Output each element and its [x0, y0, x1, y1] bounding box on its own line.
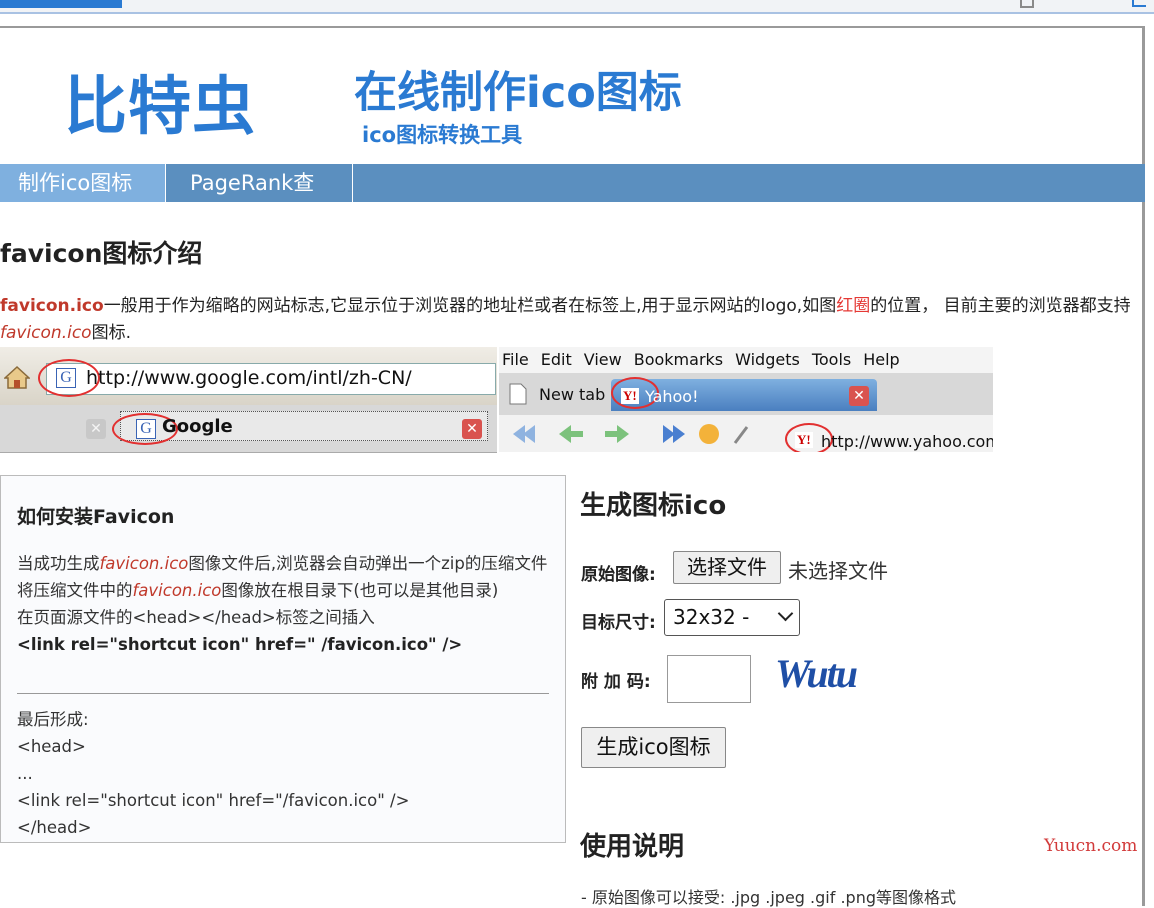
opera-tab-row: New tab ✕	[499, 373, 993, 415]
final-line-5: </head>	[17, 818, 92, 837]
browser-tab-stub[interactable]	[0, 0, 122, 8]
intro-favicon-word: favicon.ico	[0, 296, 104, 316]
close-icon: ✕	[462, 419, 482, 439]
captcha-image[interactable]: Wutu	[775, 650, 858, 697]
toolbar-extension-icon[interactable]	[1020, 0, 1034, 8]
intro-text-c: 图标.	[91, 323, 131, 343]
illustration-opera-browser: File Edit View Bookmarks Widgets Tools H…	[499, 347, 993, 452]
menu-help: Help	[863, 350, 900, 369]
intro-red-word: 红圈	[836, 296, 871, 316]
menu-widgets: Widgets	[735, 350, 800, 369]
site-title: 在线制作ico图标	[354, 68, 682, 118]
site-logo[interactable]: 比特虫	[64, 56, 256, 147]
menu-bookmarks: Bookmarks	[633, 350, 724, 369]
final-line-1: 最后形成:	[17, 710, 89, 729]
choose-file-button[interactable]: 选择文件	[673, 551, 781, 584]
intro-heading: favicon图标介绍	[0, 239, 203, 268]
browser-top-strip	[0, 0, 1154, 14]
watermark: Yuucn.com	[1044, 836, 1138, 856]
generator-heading: 生成图标ico	[580, 491, 727, 521]
illustration-ie-browser: G http://www.google.com/intl/zh-CN/ ✕ ✕ …	[0, 347, 497, 453]
step2-text-b: 图像放在根目录下(也可以是其他目录)	[221, 581, 499, 600]
generate-ico-button[interactable]: 生成ico图标	[581, 727, 726, 768]
nav-item-make-ico[interactable]: 制作ico图标	[0, 164, 166, 202]
install-final-code: 最后形成: <head> ... <link rel="shortcut ico…	[17, 706, 549, 841]
install-step-1: 当成功生成favicon.ico图像文件后,浏览器会自动弹出一个zip的压缩文件	[17, 550, 549, 577]
ie-tab-row: ✕ ✕	[0, 405, 497, 452]
inactive-close-icon: ✕	[86, 419, 106, 439]
menu-edit: Edit	[540, 350, 572, 369]
yahoo-tab-title: Yahoo!	[645, 387, 699, 406]
intro-favicon-italic: favicon.ico	[0, 323, 92, 343]
captcha-label: 附 加 码:	[581, 672, 651, 692]
install-heading: 如何安装Favicon	[17, 506, 175, 528]
no-file-text: 未选择文件	[788, 559, 888, 583]
toolbar-star-icon[interactable]	[1132, 0, 1146, 7]
page-icon	[509, 383, 527, 405]
install-step-2: 将压缩文件中的favicon.ico图像放在根目录下(也可以是其他目录)	[17, 577, 549, 604]
final-line-4: <link rel="shortcut icon" href="/favicon…	[17, 791, 410, 810]
step1-text-b: 图像文件后,浏览器会自动弹出一个zip的压缩文件	[188, 554, 548, 573]
usage-line-1: - 原始图像可以接受: .jpg .jpeg .gif .png等图像格式	[581, 888, 956, 907]
nav-item-pagerank[interactable]: PageRank查询	[166, 164, 353, 233]
ie-url-text: http://www.google.com/intl/zh-CN/	[86, 367, 412, 389]
install-divider	[17, 693, 549, 694]
close-icon: ✕	[849, 386, 869, 406]
target-size-label: 目标尺寸:	[581, 613, 656, 633]
intro-text-a: 一般用于作为缩略的网站标志,它显示位于浏览器的地址栏或者在标签上,用于显示网站的…	[103, 296, 837, 316]
source-image-label: 原始图像:	[581, 565, 656, 585]
install-code-snippet: <link rel="shortcut icon" href=" /favico…	[17, 635, 463, 654]
opera-menu-bar: File Edit View Bookmarks Widgets Tools H…	[499, 347, 993, 373]
captcha-input[interactable]	[667, 655, 751, 703]
nav-buttons-icon	[513, 424, 749, 444]
step1-text-a: 当成功生成	[17, 554, 100, 573]
main-nav: 制作ico图标 PageRank查询	[0, 164, 1145, 233]
step1-favicon: favicon.ico	[99, 554, 189, 573]
new-tab-label: New tab	[539, 385, 606, 404]
menu-view: View	[583, 350, 622, 369]
install-favicon-box: 如何安装Favicon 当成功生成favicon.ico图像文件后,浏览器会自动…	[0, 475, 566, 843]
menu-file: File	[502, 350, 529, 369]
install-steps: 当成功生成favicon.ico图像文件后,浏览器会自动弹出一个zip的压缩文件…	[17, 550, 549, 658]
chevron-down-icon	[777, 605, 794, 622]
target-size-value: 32x32 -	[673, 605, 750, 629]
intro-paragraph: favicon.ico一般用于作为缩略的网站标志,它显示位于浏览器的地址栏或者在…	[0, 293, 1135, 347]
menu-tools: Tools	[811, 350, 852, 369]
install-step-3: 在页面源文件的<head></head>标签之间插入	[17, 608, 375, 627]
final-line-2: <head>	[17, 737, 86, 756]
final-line-3: ...	[17, 764, 33, 783]
site-subtitle: ico图标转换工具	[362, 123, 523, 147]
intro-text-b: 的位置， 目前主要的浏览器都支持	[870, 296, 1131, 316]
target-size-select[interactable]: 32x32 -	[664, 599, 800, 636]
home-icon	[4, 365, 30, 389]
usage-heading: 使用说明	[580, 832, 685, 862]
step2-favicon: favicon.ico	[132, 581, 222, 600]
ie-tab-title: Google	[162, 416, 233, 437]
step2-text-a: 将压缩文件中的	[17, 581, 133, 600]
yahoo-url-text: http://www.yahoo.com	[821, 432, 993, 451]
